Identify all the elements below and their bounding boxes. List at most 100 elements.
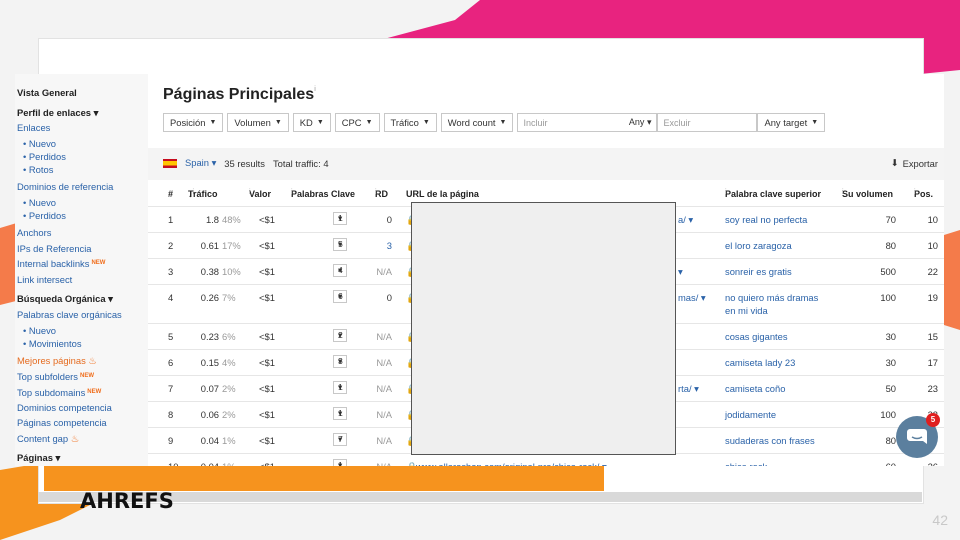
col-url[interactable]: URL de la página (406, 189, 479, 199)
value-cell: <$1 (259, 435, 275, 446)
sidebar-item[interactable]: Enlaces (17, 121, 50, 134)
page-title: Páginas Principalesi (163, 86, 316, 104)
sidebar-item[interactable]: • Movimientos (17, 337, 82, 350)
target-select[interactable]: Any target ▼ (757, 113, 826, 132)
sidebar-item[interactable]: • Nuevo (17, 137, 56, 150)
filter-button[interactable]: Posición ▼ (163, 113, 224, 132)
row-number: 7 (168, 383, 174, 394)
volume-cell: 100 (880, 292, 896, 303)
url-link-tail[interactable]: a/ ▾ (678, 214, 693, 226)
export-label: Exportar (902, 157, 938, 169)
traffic-value: 0.61 (200, 240, 219, 251)
top-keyword-link[interactable]: jodidamente (725, 409, 776, 420)
traffic-share: 2% (222, 409, 236, 420)
traffic-share: 6% (222, 331, 236, 342)
sidebar-item[interactable]: Content gap ♨ (17, 432, 79, 445)
volume-cell: 50 (885, 383, 896, 394)
redacted-image-placeholder (411, 202, 676, 455)
top-keyword-link[interactable]: sudaderas con frases (725, 435, 815, 446)
top-keyword-link-line2[interactable]: en mi vida (725, 305, 768, 316)
keywords-count-dropdown[interactable]: 7 ▾ (333, 433, 348, 446)
keywords-count-dropdown[interactable]: 1 ▾ (333, 381, 348, 394)
top-keyword-link[interactable]: soy real no perfecta (725, 214, 807, 225)
position-cell: 10 (927, 214, 938, 225)
keywords-count-dropdown[interactable]: 4 ▾ (333, 264, 348, 277)
sidebar-item[interactable]: Anchors (17, 226, 51, 239)
sidebar-item[interactable]: Páginas ▾ (17, 451, 60, 464)
sidebar-item[interactable]: Palabras clave orgánicas (17, 308, 122, 321)
sidebar-item[interactable]: Vista General (17, 86, 77, 99)
keywords-count-dropdown[interactable]: 5 ▾ (333, 238, 348, 251)
filter-button[interactable]: KD ▼ (292, 113, 331, 132)
sidebar-item[interactable]: Mejores páginas ♨ (17, 354, 97, 367)
top-keyword-link[interactable]: el loro zaragoza (725, 240, 792, 251)
rd-cell: N/A (376, 383, 392, 394)
row-number: 6 (168, 357, 174, 368)
sidebar-item[interactable]: • Rotos (17, 163, 53, 176)
keywords-count-dropdown[interactable]: 1 ▾ (333, 212, 348, 225)
sidebar-item[interactable]: • Perdidos (17, 209, 66, 222)
sidebar-item[interactable]: Internal backlinks NEW (17, 257, 105, 270)
filter-button[interactable]: Word count ▼ (440, 113, 514, 132)
rd-cell: 0 (386, 292, 392, 303)
chevron-down-icon: ▼ (274, 119, 282, 126)
filter-button[interactable]: Tráfico ▼ (383, 113, 437, 132)
top-keyword-link[interactable]: sonreir es gratis (725, 266, 792, 277)
traffic-value: 0.38 (200, 266, 219, 277)
row-number: 2 (168, 240, 174, 251)
row-number: 8 (168, 409, 174, 420)
traffic-value: 0.07 (200, 383, 219, 394)
rd-cell: N/A (376, 357, 392, 368)
traffic-value: 1.8 (205, 214, 219, 225)
url-link-tail[interactable]: ▾ (678, 266, 683, 278)
include-input[interactable]: Incluir Any ▾ (517, 113, 658, 132)
position-cell: 23 (927, 383, 938, 394)
exclude-input[interactable]: Excluir (657, 113, 758, 132)
keywords-count-dropdown[interactable]: 2 ▾ (333, 329, 348, 342)
sidebar-item[interactable]: Top subdomains NEW (17, 386, 101, 399)
top-keyword-link[interactable]: no quiero más dramas (725, 292, 818, 303)
keywords-count-dropdown[interactable]: 6 ▾ (333, 290, 348, 303)
top-keyword-link[interactable]: cosas gigantes (725, 331, 788, 342)
sidebar-item[interactable]: Dominios competencia (17, 401, 112, 414)
keywords-count-dropdown[interactable]: 1 ▾ (333, 407, 348, 420)
top-keyword-link[interactable]: camiseta coño (725, 383, 785, 394)
url-link-tail[interactable]: mas/ ▾ (678, 292, 706, 304)
sidebar-item[interactable]: • Perdidos (17, 150, 66, 163)
url-link-tail[interactable]: rta/ ▾ (678, 383, 699, 395)
traffic-share: 7% (222, 292, 236, 303)
sidebar-item[interactable]: Dominios de referencia (17, 180, 113, 193)
sidebar-item[interactable]: Búsqueda Orgánica ▾ (17, 292, 113, 305)
col-traffic[interactable]: Tráfico ↓ i (188, 189, 218, 199)
keywords-count-dropdown[interactable]: 3 ▾ (333, 355, 348, 368)
any-select[interactable]: Any ▾ (629, 117, 652, 128)
value-cell: <$1 (259, 331, 275, 342)
sidebar-item[interactable]: Perfil de enlaces ▾ (17, 106, 98, 119)
keywords-count-dropdown[interactable]: 1 ▾ (333, 459, 348, 466)
country-select[interactable]: Spain ▾ (185, 157, 216, 169)
volume-cell: 60 (848, 461, 896, 466)
volume-cell: 80 (885, 240, 896, 251)
info-icon: i (314, 86, 316, 93)
top-keyword-link[interactable]: camiseta lady 23 (725, 357, 795, 368)
top-keyword-link[interactable]: chica rock (725, 461, 767, 466)
filter-bar: Posición ▼ Volumen ▼ KD ▼ CPC ▼ Tráfico ▼ Word cou… (163, 113, 826, 132)
results-row: Spain ▾ 35 results Total traffic: 4 (163, 157, 329, 169)
volume-cell: 70 (885, 214, 896, 225)
total-traffic: Total traffic: 4 (272, 157, 329, 169)
new-badge: NEW (79, 373, 94, 379)
value-cell: <$1 (259, 409, 275, 420)
sidebar-item[interactable]: Páginas competencia (17, 416, 107, 429)
value-cell: <$1 (259, 266, 275, 277)
export-button[interactable]: ⬇ Exportar (891, 157, 938, 169)
filter-button[interactable]: Volumen ▼ (227, 113, 289, 132)
sidebar: Vista General Perfil de enlaces ▾ Enlaces •… (15, 74, 148, 466)
sidebar-item[interactable]: • Nuevo (17, 324, 56, 337)
sidebar-item[interactable]: IPs de Referencia (17, 242, 92, 255)
volume-cell: 100 (880, 409, 896, 420)
sidebar-item[interactable]: Top subfolders NEW (17, 370, 94, 383)
col-num: # (168, 189, 174, 199)
sidebar-item[interactable]: Link intersect (17, 273, 72, 286)
filter-button[interactable]: CPC ▼ (334, 113, 380, 132)
sidebar-item[interactable]: • Nuevo (17, 196, 56, 209)
